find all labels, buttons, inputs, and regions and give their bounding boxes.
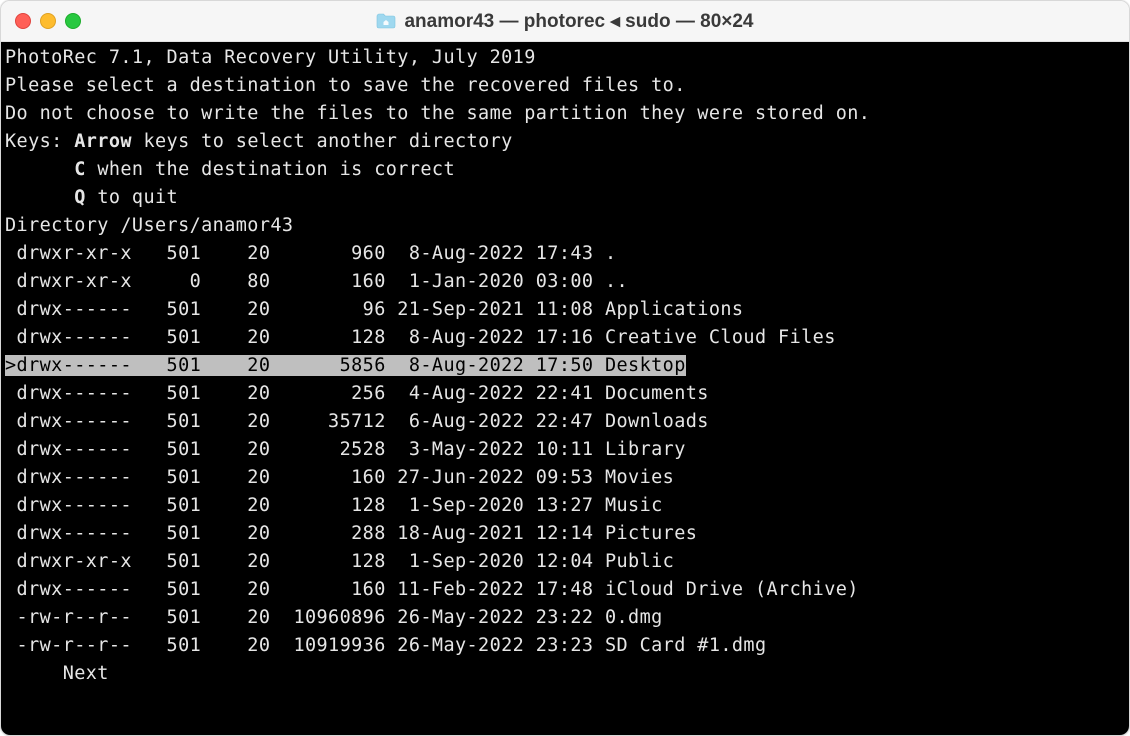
file-row[interactable]: drwx------ 501 20 2528 3-May-2022 10:11 … xyxy=(5,436,1129,464)
traffic-lights xyxy=(15,13,81,29)
app-header: PhotoRec 7.1, Data Recovery Utility, Jul… xyxy=(5,44,1129,72)
footer-next[interactable]: Next xyxy=(5,660,1129,688)
file-row[interactable]: drwx------ 501 20 160 11-Feb-2022 17:48 … xyxy=(5,576,1129,604)
zoom-button[interactable] xyxy=(65,13,81,29)
cwd-line: Directory /Users/anamor43 xyxy=(5,212,1129,240)
file-row[interactable]: drwxr-xr-x 0 80 160 1-Jan-2020 03:00 .. xyxy=(5,268,1129,296)
file-row[interactable]: -rw-r--r-- 501 20 10919936 26-May-2022 2… xyxy=(5,632,1129,660)
home-folder-icon xyxy=(376,13,396,29)
keys-line-arrow: Keys: Arrow keys to select another direc… xyxy=(5,128,1129,156)
terminal-window: anamor43 — photorec ◂ sudo — 80×24 Photo… xyxy=(0,0,1130,736)
terminal-body[interactable]: PhotoRec 7.1, Data Recovery Utility, Jul… xyxy=(1,42,1129,735)
prompt-line-2: Do not choose to write the files to the … xyxy=(5,100,1129,128)
file-row[interactable]: drwx------ 501 20 128 8-Aug-2022 17:16 C… xyxy=(5,324,1129,352)
minimize-button[interactable] xyxy=(40,13,56,29)
close-button[interactable] xyxy=(15,13,31,29)
file-row[interactable]: drwx------ 501 20 96 21-Sep-2021 11:08 A… xyxy=(5,296,1129,324)
window-title: anamor43 — photorec ◂ sudo — 80×24 xyxy=(404,10,753,33)
file-row[interactable]: drwx------ 501 20 256 4-Aug-2022 22:41 D… xyxy=(5,380,1129,408)
file-row[interactable]: drwxr-xr-x 501 20 128 1-Sep-2020 12:04 P… xyxy=(5,548,1129,576)
file-row[interactable]: drwxr-xr-x 501 20 960 8-Aug-2022 17:43 . xyxy=(5,240,1129,268)
prompt-line-1: Please select a destination to save the … xyxy=(5,72,1129,100)
titlebar: anamor43 — photorec ◂ sudo — 80×24 xyxy=(1,1,1129,42)
keys-line-q: Q to quit xyxy=(5,184,1129,212)
window-title-wrap: anamor43 — photorec ◂ sudo — 80×24 xyxy=(1,10,1129,33)
file-row[interactable]: -rw-r--r-- 501 20 10960896 26-May-2022 2… xyxy=(5,604,1129,632)
keys-line-c: C when the destination is correct xyxy=(5,156,1129,184)
file-row[interactable]: drwx------ 501 20 160 27-Jun-2022 09:53 … xyxy=(5,464,1129,492)
file-row[interactable]: drwx------ 501 20 35712 6-Aug-2022 22:47… xyxy=(5,408,1129,436)
file-row[interactable]: drwx------ 501 20 128 1-Sep-2020 13:27 M… xyxy=(5,492,1129,520)
file-row[interactable]: >drwx------ 501 20 5856 8-Aug-2022 17:50… xyxy=(5,352,1129,380)
file-row[interactable]: drwx------ 501 20 288 18-Aug-2021 12:14 … xyxy=(5,520,1129,548)
